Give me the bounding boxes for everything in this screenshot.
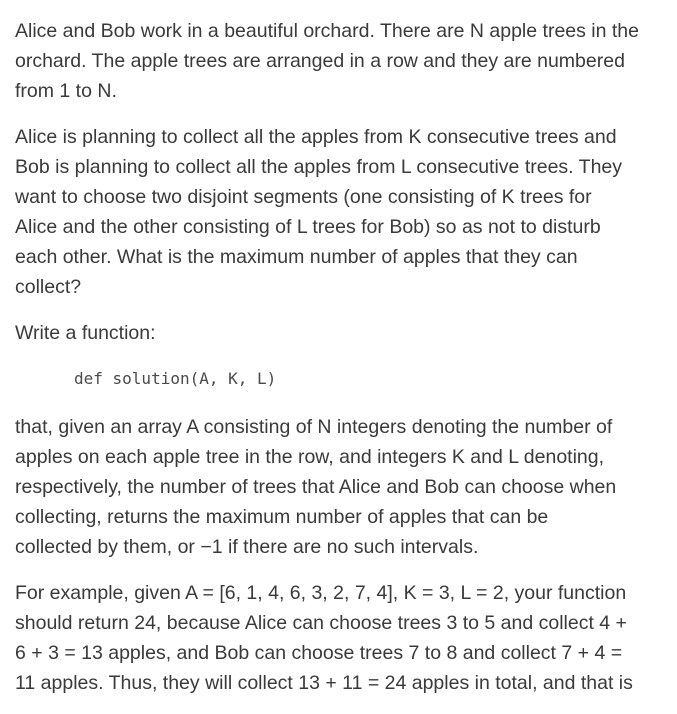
- intro-paragraph: Alice and Bob work in a beautiful orchar…: [15, 16, 677, 106]
- text-line: collect?: [15, 276, 82, 298]
- text-line: orchard. The apple trees are arranged in…: [15, 50, 625, 72]
- text-line: apples on each apple tree in the row, an…: [15, 446, 605, 468]
- text-line: from 1 to N.: [15, 80, 117, 102]
- text-line: Write a function:: [15, 322, 156, 344]
- text-line: that, given an array A consisting of N i…: [15, 416, 613, 438]
- text-line: collecting, returns the maximum number o…: [15, 506, 549, 528]
- function-signature-code: def solution(A, K, L): [74, 369, 277, 388]
- example-paragraph: For example, given A = [6, 1, 4, 6, 3, 2…: [15, 578, 677, 698]
- text-line: 11 apples. Thus, they will collect 13 + …: [15, 672, 633, 694]
- text-line: should return 24, because Alice can choo…: [15, 612, 627, 634]
- problem-statement: Alice and Bob work in a beautiful orchar…: [15, 16, 677, 714]
- text-line: 6 + 3 = 13 apples, and Bob can choose tr…: [15, 642, 623, 664]
- text-line: respectively, the number of trees that A…: [15, 476, 617, 498]
- text-line: For example, given A = [6, 1, 4, 6, 3, 2…: [15, 582, 627, 604]
- text-line: Alice and the other consisting of L tree…: [15, 216, 601, 238]
- text-line: Bob is planning to collect all the apple…: [15, 156, 623, 178]
- text-line: collected by them, or −1 if there are no…: [15, 536, 479, 558]
- text-line: each other. What is the maximum number o…: [15, 246, 578, 268]
- task-paragraph: Alice is planning to collect all the app…: [15, 122, 677, 302]
- text-line: Alice and Bob work in a beautiful orchar…: [15, 20, 639, 42]
- text-line: Alice is planning to collect all the app…: [15, 126, 617, 148]
- description-paragraph: that, given an array A consisting of N i…: [15, 412, 677, 562]
- instruction-paragraph: Write a function:: [15, 318, 677, 348]
- text-line: want to choose two disjoint segments (on…: [15, 186, 592, 208]
